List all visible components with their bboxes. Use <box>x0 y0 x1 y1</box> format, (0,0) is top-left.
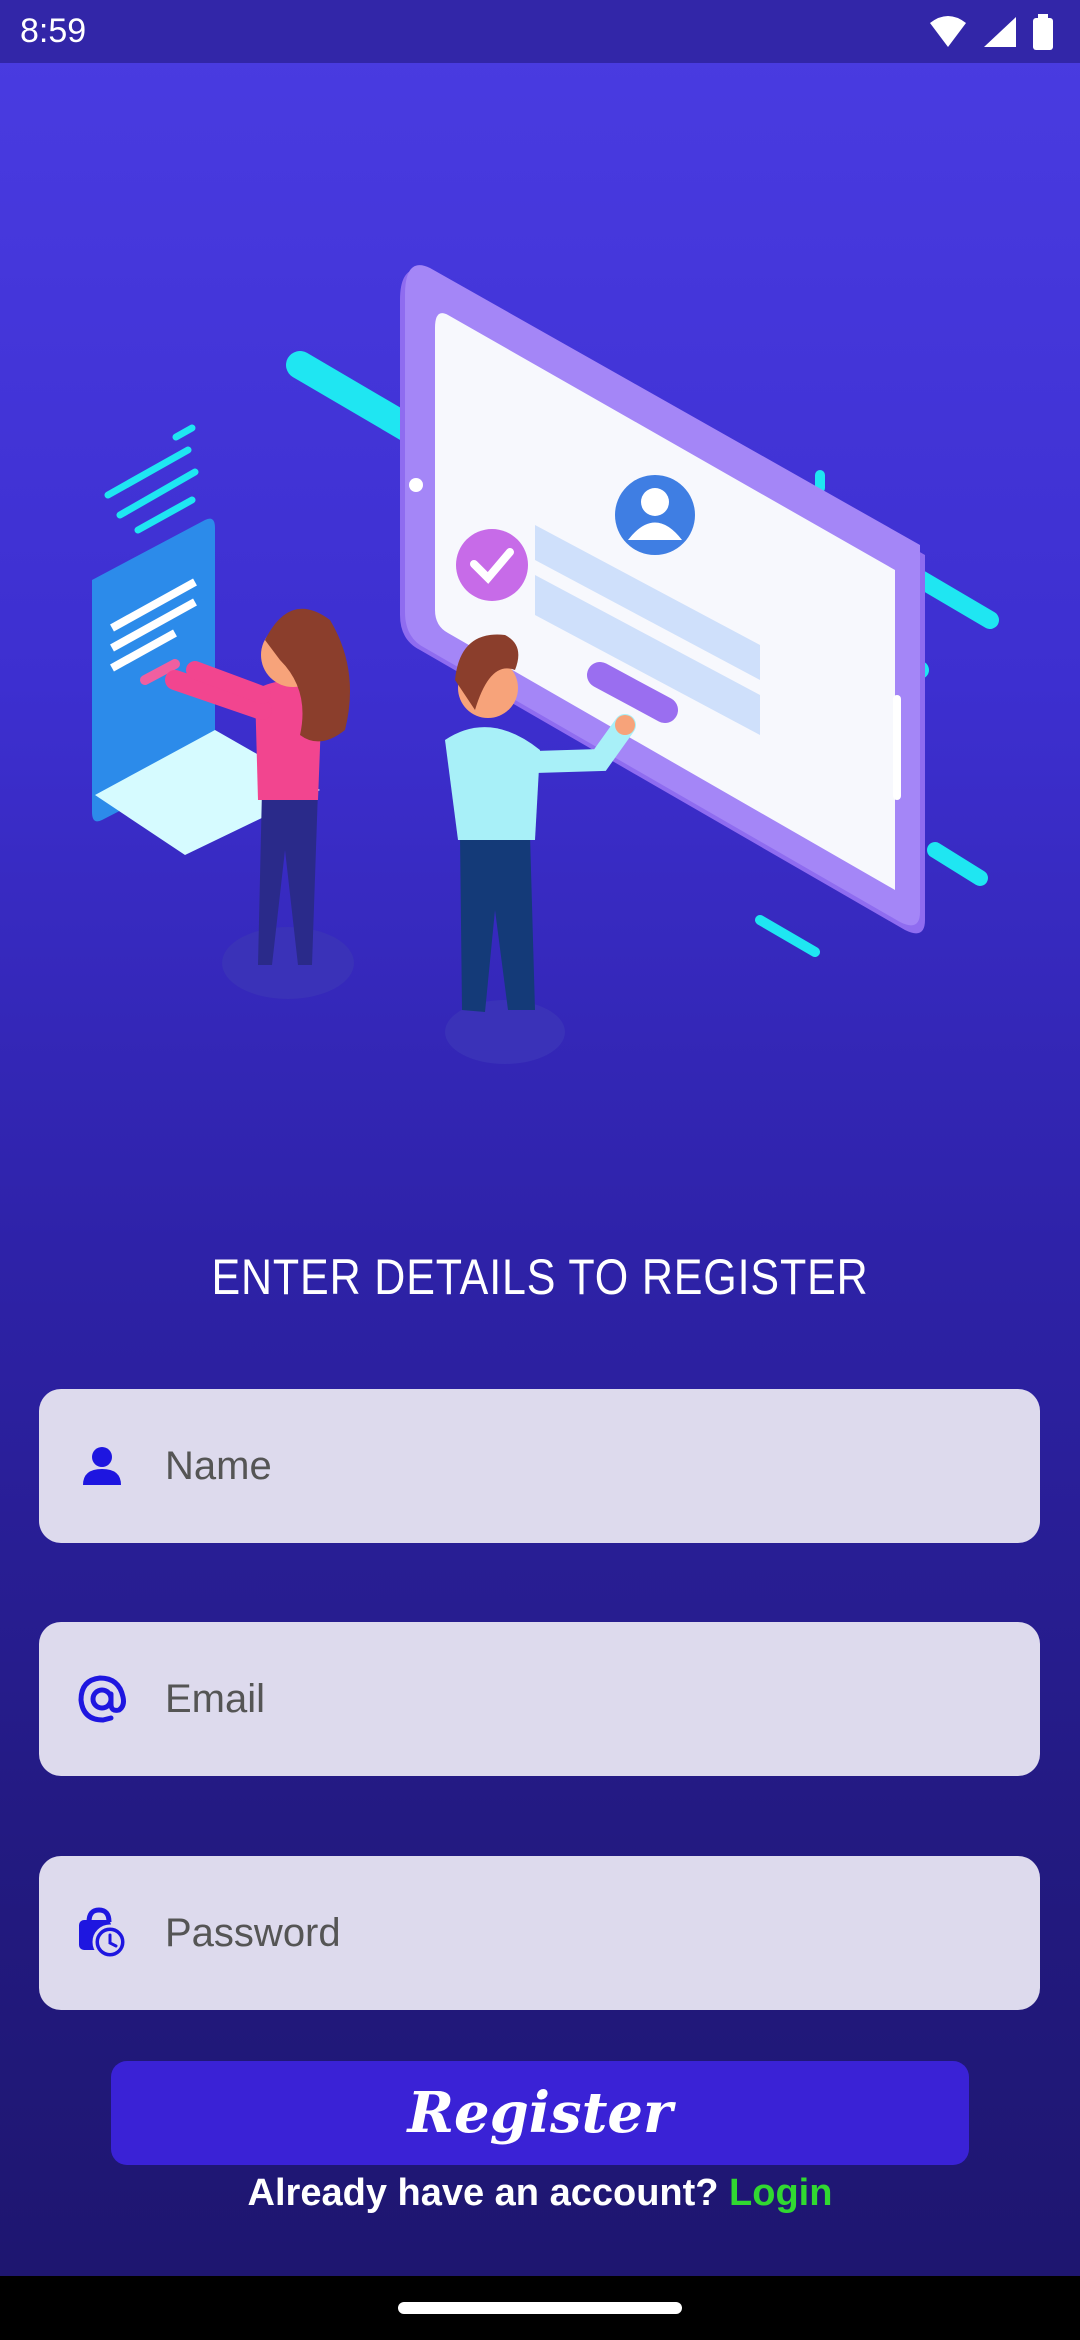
page-title: ENTER DETAILS TO REGISTER <box>211 1249 869 1305</box>
register-button[interactable]: Register <box>111 2061 969 2165</box>
email-placeholder: Email <box>165 1677 266 1721</box>
lock-clock-icon <box>79 1907 128 1960</box>
login-prompt-text: Already have an account? <box>247 2172 730 2214</box>
login-prompt: Already have an account? Login <box>0 2172 1080 2215</box>
login-link[interactable]: Login <box>729 2172 832 2214</box>
navigation-bar <box>0 2276 1080 2340</box>
person-icon <box>83 1447 121 1485</box>
status-time: 8:59 <box>20 12 87 50</box>
name-placeholder: Name <box>165 1444 272 1488</box>
status-icons <box>928 12 1054 52</box>
password-field[interactable]: Password <box>39 1856 1040 2010</box>
home-gesture-handle[interactable] <box>398 2302 682 2314</box>
signal-icon <box>984 17 1016 47</box>
wifi-icon <box>930 16 966 47</box>
status-bar: 8:59 <box>0 0 1080 63</box>
battery-icon <box>1033 14 1053 50</box>
password-placeholder: Password <box>165 1911 341 1955</box>
email-field[interactable]: Email <box>39 1622 1040 1776</box>
name-field[interactable]: Name <box>39 1389 1040 1543</box>
at-sign-icon <box>78 1675 126 1723</box>
register-screen: 8:59 ENTER DETAILS TO REGISTER Name Emai… <box>0 0 1080 2276</box>
register-illustration <box>92 265 999 1064</box>
